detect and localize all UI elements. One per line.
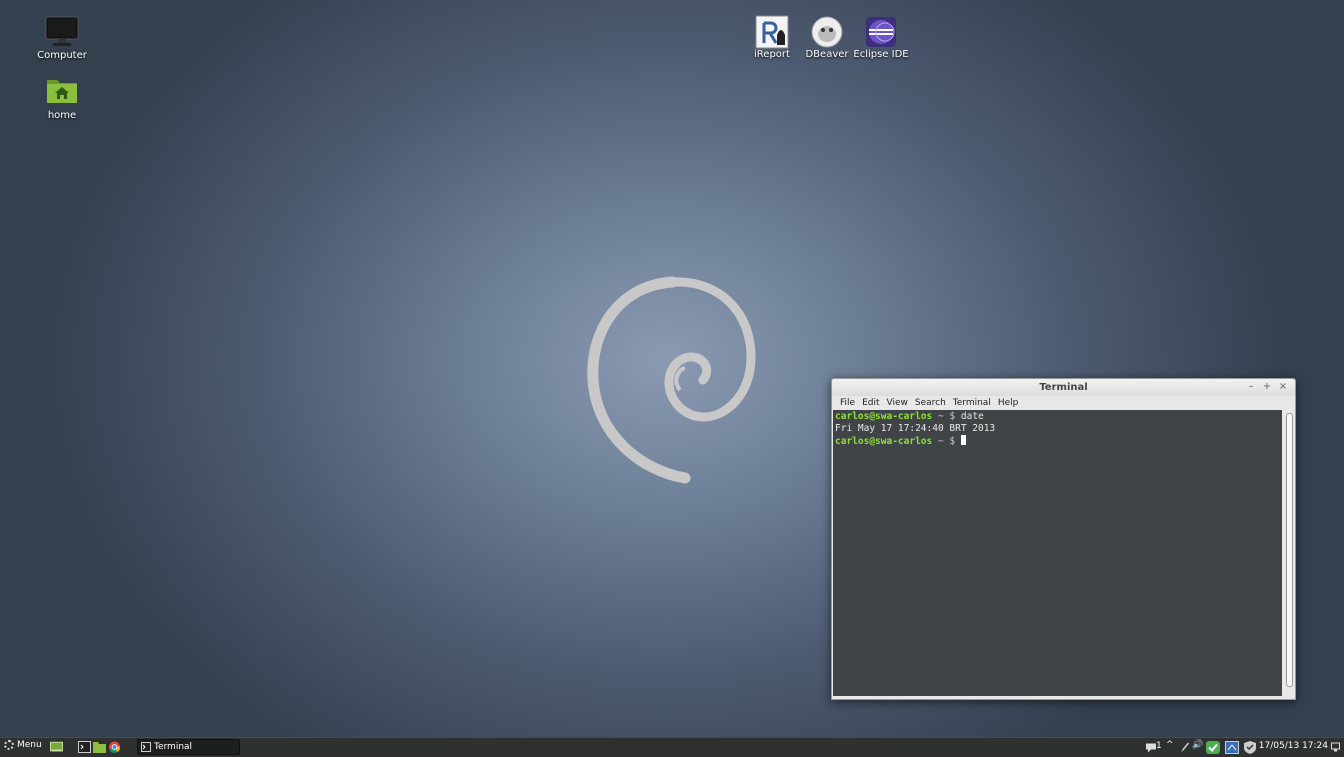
desktop-icon-label: Eclipse IDE	[853, 49, 909, 60]
minimize-icon[interactable]: –	[1245, 381, 1257, 392]
bottom-panel: Menu Terminal 1 ^ 🔊 17/05/13 17:24	[0, 737, 1344, 757]
pen-icon[interactable]	[1180, 741, 1190, 754]
menu-gear-icon	[4, 740, 14, 750]
shield-icon[interactable]	[1244, 741, 1256, 754]
terminal-line: carlos@swa-carlos ~ $	[835, 435, 1282, 447]
desktop-icon-label: Computer	[37, 50, 87, 61]
chrome-launcher-icon[interactable]	[108, 741, 121, 753]
terminal-launcher-icon[interactable]	[78, 741, 91, 753]
terminal-scrollbar[interactable]	[1284, 410, 1294, 696]
window-title: Terminal	[1039, 382, 1088, 393]
network-icon[interactable]	[1225, 741, 1239, 754]
notification-count: 1	[1156, 741, 1162, 751]
notifications-icon[interactable]	[1146, 741, 1156, 754]
display-icon[interactable]	[1331, 741, 1341, 754]
update-check-icon[interactable]	[1206, 741, 1220, 754]
terminal-task-icon	[141, 742, 151, 752]
menu-button-label: Menu	[17, 740, 42, 750]
volume-icon[interactable]: 🔊	[1192, 740, 1203, 753]
desktop-icon-label: home	[47, 110, 77, 121]
menu-button[interactable]: Menu	[4, 740, 42, 750]
panel-clock[interactable]: 17/05/13 17:24	[1259, 741, 1328, 751]
desktop-icon-computer[interactable]: Computer	[26, 16, 98, 61]
terminal-window[interactable]: Terminal – + × File Edit View Search Ter…	[831, 378, 1296, 700]
menu-view[interactable]: View	[885, 398, 913, 408]
home-folder-icon	[45, 76, 79, 108]
dbeaver-icon	[810, 15, 844, 48]
menu-search[interactable]: Search	[913, 398, 951, 408]
terminal-output-area[interactable]: carlos@swa-carlos ~ $ date Fri May 17 17…	[833, 410, 1282, 696]
close-icon[interactable]: ×	[1277, 381, 1289, 392]
debian-swirl-logo	[587, 276, 756, 484]
eclipse-icon	[864, 15, 898, 47]
taskbar-button-label: Terminal	[154, 742, 193, 752]
menu-file[interactable]: File	[838, 398, 860, 408]
desktop-icon-home[interactable]: home	[26, 76, 98, 121]
menu-edit[interactable]: Edit	[860, 398, 884, 408]
taskbar-terminal-button[interactable]: Terminal	[137, 739, 240, 755]
maximize-icon[interactable]: +	[1261, 381, 1273, 392]
terminal-line: Fri May 17 17:24:40 BRT 2013	[835, 423, 996, 434]
monitor-icon	[45, 16, 79, 48]
terminal-line: carlos@swa-carlos ~ $ date	[835, 411, 984, 422]
desktop-icon-eclipse[interactable]: Eclipse IDE	[845, 15, 917, 60]
show-desktop-icon[interactable]	[50, 741, 63, 753]
window-titlebar[interactable]: Terminal – + ×	[832, 379, 1295, 396]
menu-terminal[interactable]: Terminal	[951, 398, 996, 408]
terminal-menubar: File Edit View Search Terminal Help	[832, 396, 1295, 410]
ireport-icon	[755, 15, 789, 49]
text-cursor	[960, 435, 966, 445]
chevron-up-icon[interactable]: ^	[1166, 740, 1174, 753]
menu-help[interactable]: Help	[996, 398, 1024, 408]
scrollbar-thumb[interactable]	[1286, 413, 1293, 687]
files-launcher-icon[interactable]	[93, 741, 106, 753]
